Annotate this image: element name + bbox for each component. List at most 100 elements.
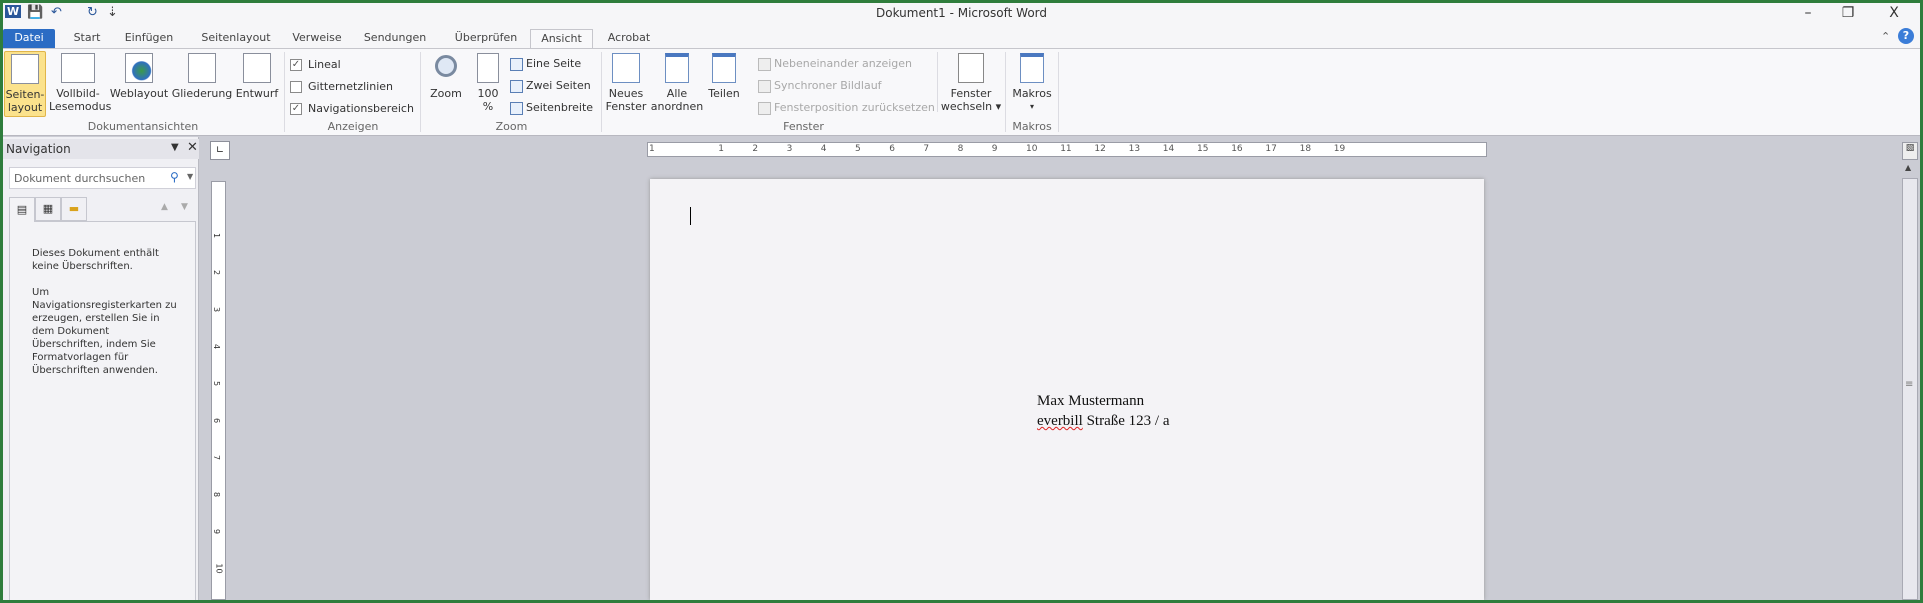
fensterposition-zuruecksetzen-button[interactable]: Fensterposition zurücksetzen — [758, 99, 935, 117]
label: Teilen — [708, 87, 740, 100]
search-input[interactable]: Dokument durchsuchen ⚲ ▼ — [9, 167, 196, 189]
label: Seitenbreite — [526, 101, 594, 114]
label: Eine Seite — [526, 57, 582, 70]
label: Gliederung — [171, 87, 233, 100]
navigationsbereich-checkbox[interactable]: ✓ Navigationsbereich — [290, 100, 414, 118]
eine-seite-button[interactable]: Eine Seite — [510, 55, 581, 73]
label: Neues — [608, 87, 644, 100]
checkbox-checked[interactable]: ✓ — [290, 59, 302, 71]
no-headings-message: Dieses Dokument enthält keine Überschrif… — [32, 248, 159, 272]
side-by-side-icon — [758, 57, 771, 71]
gitternetzlinien-checkbox[interactable]: Gitternetzlinien — [290, 78, 393, 96]
next-heading-icon[interactable]: ▼ — [181, 202, 188, 212]
ruler-number: 3 — [786, 144, 793, 154]
close-pane-icon[interactable]: ✕ — [187, 140, 198, 155]
checkbox-checked[interactable]: ✓ — [290, 103, 302, 115]
tab-verweise[interactable]: Verweise — [287, 29, 347, 49]
scroll-up-icon[interactable]: ▲ — [1905, 163, 1911, 172]
weblayout-button[interactable]: Weblayout — [109, 51, 169, 117]
tab-results[interactable]: ▬ — [61, 197, 87, 221]
entwurf-button[interactable]: Entwurf — [234, 51, 280, 117]
zoom-100-button[interactable]: 100 % — [470, 51, 506, 117]
ribbon: Seiten- layout Vollbild- Lesemodus Webla… — [3, 48, 1920, 136]
tab-selector-button[interactable]: ∟ — [210, 141, 230, 160]
label: anordnen — [650, 100, 704, 113]
ruler-number: 1 — [649, 144, 655, 154]
split-icon — [712, 53, 736, 83]
vertical-scrollbar[interactable]: ≡ — [1902, 178, 1918, 600]
tab-pages[interactable]: ▦ — [35, 197, 61, 221]
makros-button[interactable]: Makros ▾ — [1009, 51, 1055, 117]
ruler-number: 2 — [212, 269, 222, 276]
tab-einfuegen[interactable]: Einfügen — [119, 29, 179, 49]
scroll-thumb-grip-icon[interactable]: ≡ — [1905, 379, 1913, 390]
ruler-number: 16 — [1231, 144, 1243, 154]
tab-ueberpruefen[interactable]: Überprüfen — [451, 29, 521, 49]
tab-seitenlayout[interactable]: Seitenlayout — [195, 29, 277, 49]
tab-datei[interactable]: Datei — [3, 29, 55, 49]
nebeneinander-anzeigen-button[interactable]: Nebeneinander anzeigen — [758, 55, 912, 73]
tab-ansicht[interactable]: Ansicht — [530, 29, 593, 50]
ruler-number: 14 — [1162, 144, 1175, 154]
label: Vollbild- — [56, 87, 100, 100]
teilen-button[interactable]: Teilen — [706, 51, 742, 117]
document-line-address[interactable]: everbill Straße 123 / a — [1037, 413, 1169, 430]
view-ruler-toggle-icon[interactable]: ▧ — [1902, 142, 1918, 160]
page-width-icon — [510, 101, 523, 115]
label: layout — [7, 101, 43, 114]
document-page[interactable]: Max Mustermann everbill Straße 123 / a — [650, 179, 1484, 600]
checkbox-unchecked[interactable] — [290, 81, 302, 93]
label: 100 — [477, 87, 499, 100]
document-line-name[interactable]: Max Mustermann — [1037, 393, 1144, 410]
label: Lesemodus — [49, 100, 112, 113]
vertical-ruler[interactable]: 1 2 3 4 5 6 7 8 9 10 — [211, 181, 226, 600]
minimize-ribbon-icon[interactable]: ⌃ — [1881, 30, 1890, 43]
dropdown-arrow-icon: ▾ — [1029, 102, 1034, 111]
label: Fenster — [950, 87, 992, 100]
ruler-number: 10 — [1026, 144, 1038, 154]
neues-fenster-button[interactable]: Neues Fenster — [604, 51, 648, 117]
misspelled-word[interactable]: everbill — [1037, 413, 1083, 429]
synchroner-bildlauf-button[interactable]: Synchroner Bildlauf — [758, 77, 882, 95]
ruler-number: 13 — [1128, 144, 1141, 154]
ruler-number: 8 — [212, 491, 222, 498]
search-icon[interactable]: ⚲ — [170, 170, 179, 184]
label: % — [482, 100, 494, 113]
seitenbreite-button[interactable]: Seitenbreite — [510, 99, 593, 117]
gliederung-button[interactable]: Gliederung — [171, 51, 233, 117]
ruler-number: 2 — [752, 144, 759, 154]
search-options-icon[interactable]: ▼ — [187, 172, 193, 181]
close-button[interactable]: X — [1879, 5, 1909, 21]
reset-window-icon — [758, 101, 771, 115]
alle-anordnen-button[interactable]: Alle anordnen — [650, 51, 704, 117]
sync-scroll-icon — [758, 79, 771, 93]
lineal-checkbox[interactable]: ✓ Lineal — [290, 56, 341, 74]
text-cursor — [690, 207, 691, 225]
label: Synchroner Bildlauf — [774, 79, 882, 92]
ruler-number: 19 — [1333, 144, 1346, 154]
fenster-wechseln-button[interactable]: Fenster wechseln ▾ — [940, 51, 1002, 117]
zwei-seiten-button[interactable]: Zwei Seiten — [510, 77, 591, 95]
restore-button[interactable]: ❐ — [1833, 5, 1863, 21]
window-title: Dokument1 - Microsoft Word — [875, 6, 1047, 20]
ruler-number: 3 — [212, 306, 222, 313]
zoom-button[interactable]: Zoom — [426, 51, 466, 117]
tab-acrobat[interactable]: Acrobat — [601, 29, 657, 49]
navigation-content: Dieses Dokument enthält keine Überschrif… — [9, 221, 196, 600]
horizontal-ruler[interactable]: 1 1 2 3 4 5 6 7 8 9 10 11 12 13 14 15 16 17 18 19 — [647, 142, 1487, 157]
ruler-number: 9 — [212, 528, 222, 535]
vollbild-lesemodus-button[interactable]: Vollbild- Lesemodus — [49, 51, 112, 117]
navigation-pane: Navigation ▼ ✕ Dokument durchsuchen ⚲ ▼ … — [3, 137, 199, 600]
tab-start[interactable]: Start — [65, 29, 109, 49]
tab-headings[interactable]: ▤ — [9, 197, 35, 222]
pane-options-icon[interactable]: ▼ — [171, 142, 179, 153]
help-icon[interactable]: ? — [1898, 28, 1914, 44]
draft-icon — [243, 53, 271, 83]
previous-heading-icon[interactable]: ▲ — [161, 202, 168, 212]
minimize-button[interactable]: – — [1793, 5, 1823, 21]
label: Fensterposition zurücksetzen — [774, 101, 935, 114]
label: Entwurf — [235, 87, 279, 100]
tab-sendungen[interactable]: Sendungen — [360, 29, 430, 49]
magnifier-icon — [435, 55, 457, 77]
seitenlayout-button[interactable]: Seiten- layout — [4, 51, 46, 117]
